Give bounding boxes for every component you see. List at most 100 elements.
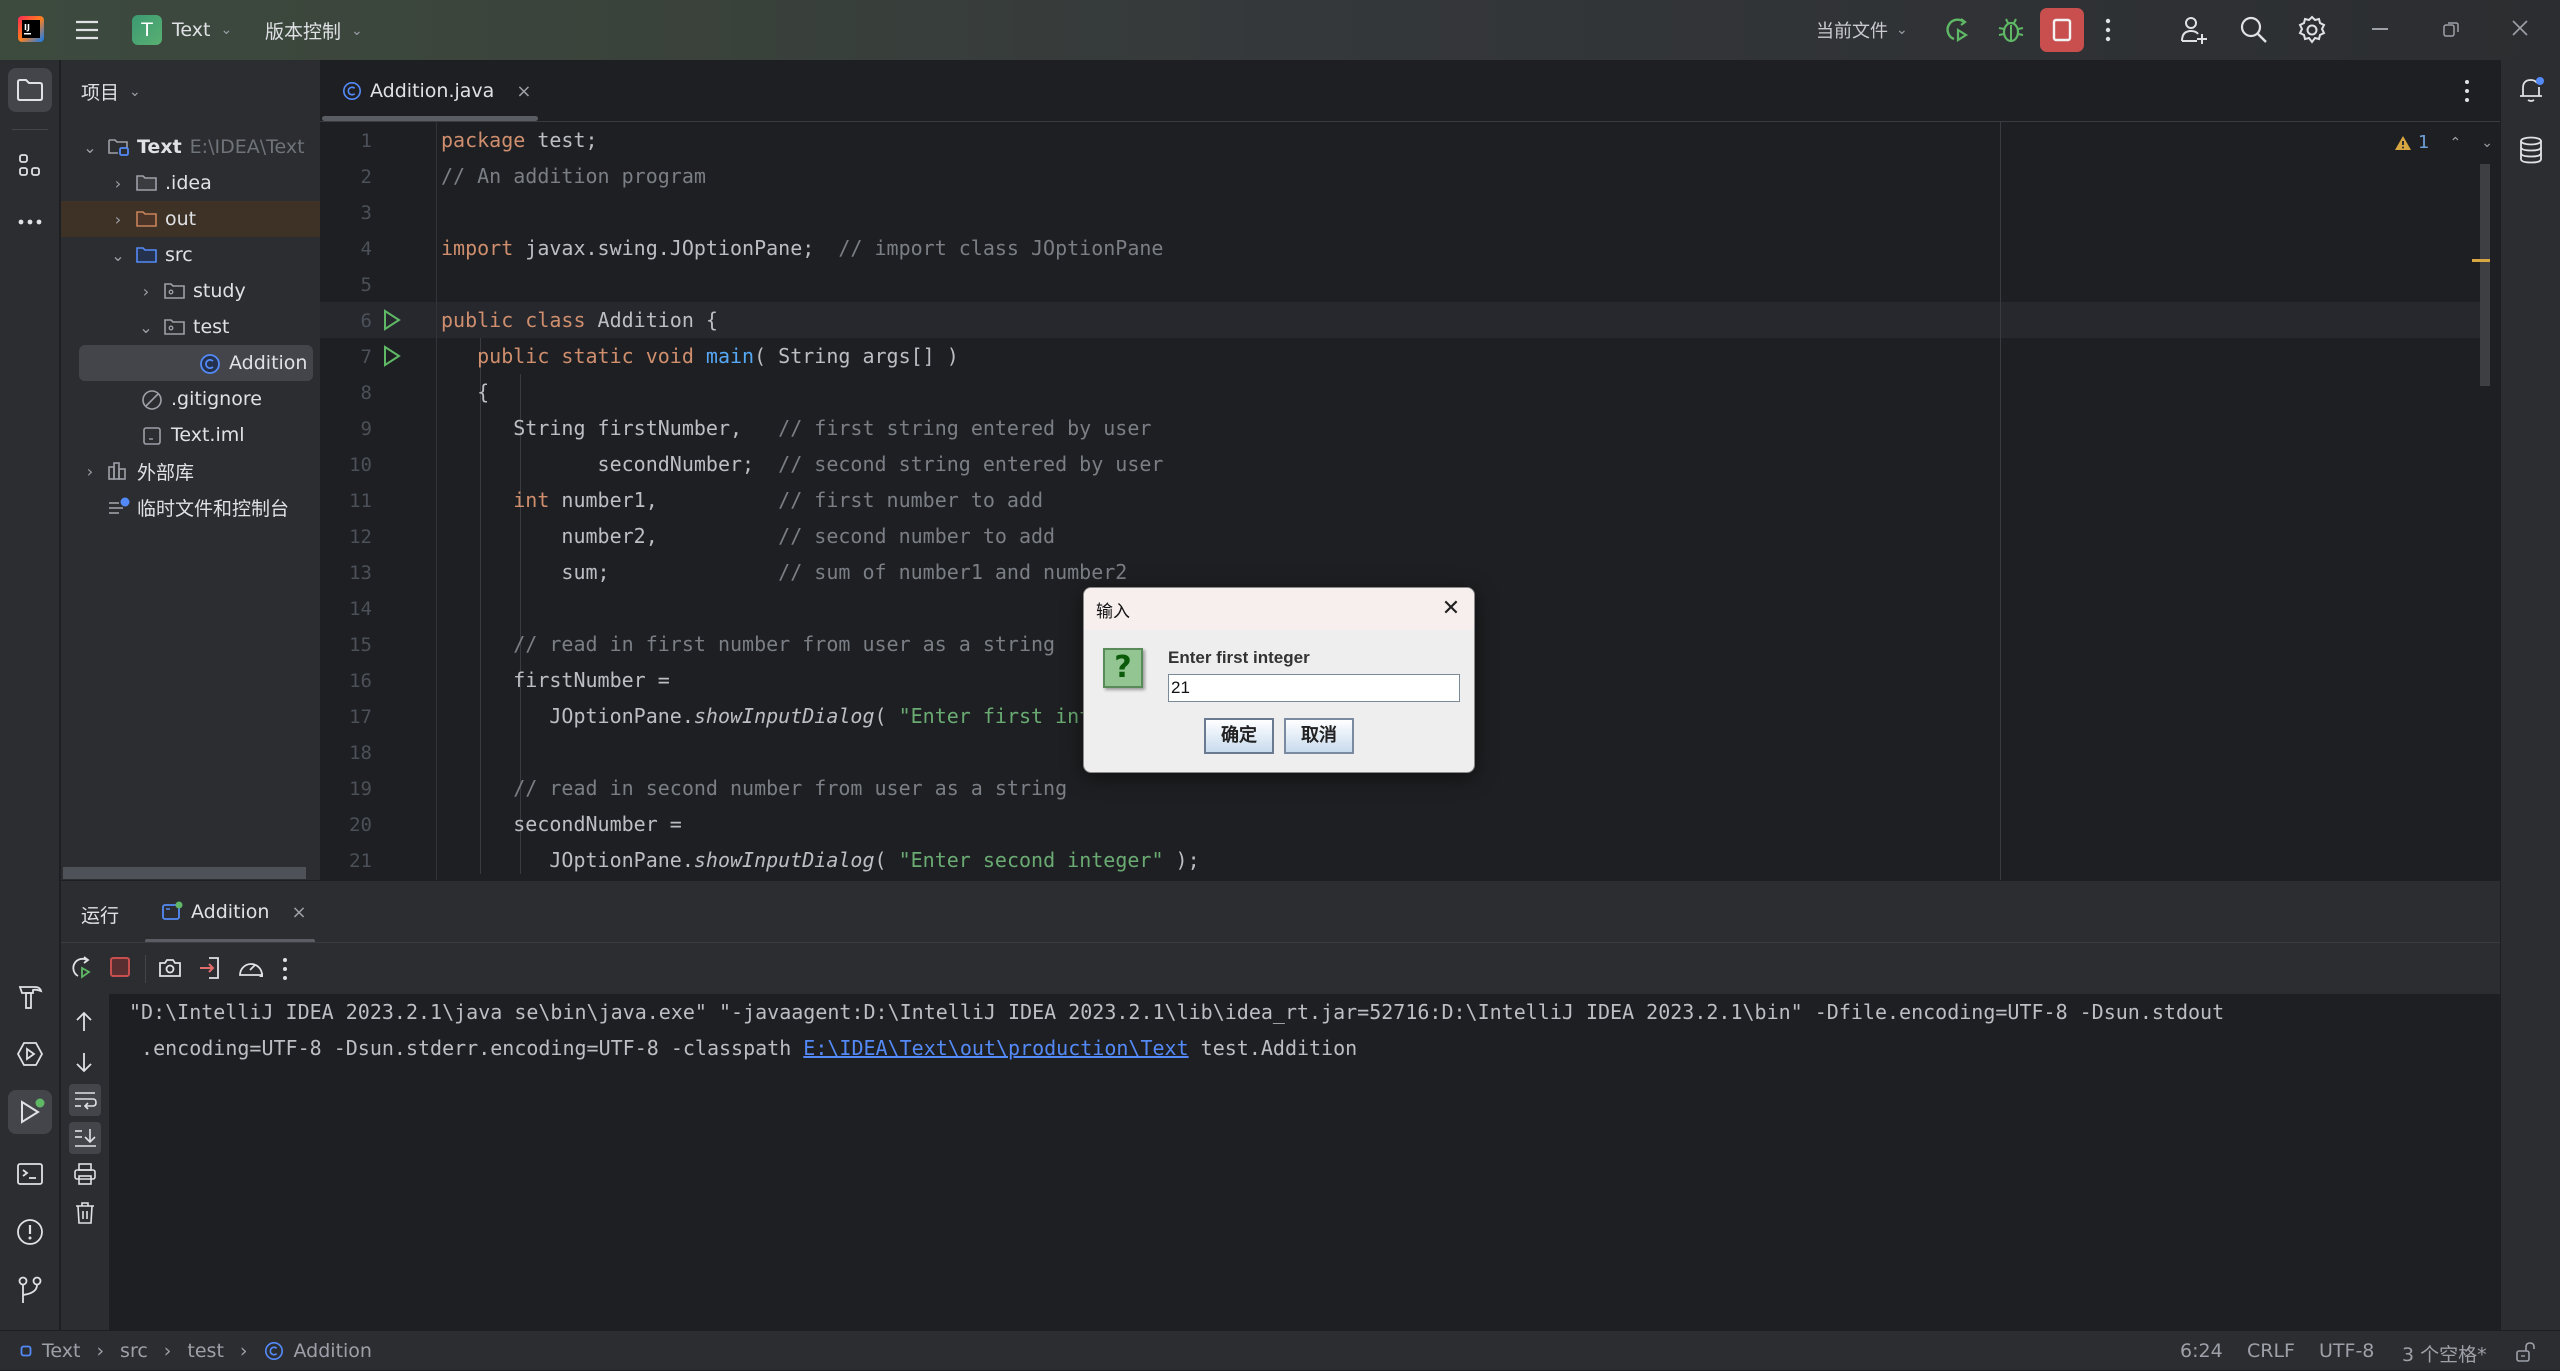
more-actions-button[interactable]: [2102, 16, 2114, 44]
close-window-button[interactable]: [2510, 18, 2530, 38]
rerun-button[interactable]: [1944, 16, 1972, 44]
previous-highlight-icon[interactable]: ⌃: [2449, 135, 2461, 151]
dialog-close-button[interactable]: ✕: [1438, 596, 1464, 622]
close-tab-icon[interactable]: ×: [516, 81, 531, 102]
notifications-button[interactable]: [2509, 68, 2553, 112]
tree-item-src[interactable]: ⌄ src: [61, 237, 320, 273]
console-output[interactable]: "D:\IntelliJ IDEA 2023.2.1\java se\bin\j…: [109, 994, 2500, 1330]
chevron-down-icon: ⌄: [220, 22, 233, 38]
code-token: // second number to add: [778, 524, 1056, 548]
file-encoding[interactable]: UTF-8: [2319, 1340, 2374, 1362]
database-button[interactable]: [2509, 128, 2553, 172]
project-horizontal-scrollbar[interactable]: [63, 867, 306, 879]
warning-stripe-marker[interactable]: [2472, 259, 2490, 262]
editor-vertical-scrollbar[interactable]: [2480, 164, 2490, 386]
terminal-tool-button[interactable]: [8, 1152, 52, 1196]
vcs-menu[interactable]: 版本控制 ⌄: [265, 17, 363, 44]
inspection-widget[interactable]: 1 ⌃ ⌄: [2394, 132, 2493, 153]
breadcrumb-item[interactable]: Text: [42, 1340, 80, 1362]
chevron-right-icon[interactable]: ›: [81, 462, 99, 481]
cursor-position[interactable]: 6:24: [2180, 1340, 2223, 1362]
run-tab-addition[interactable]: Addition ×: [161, 881, 307, 943]
tree-item-label: Text.iml: [171, 424, 245, 446]
tree-item-out[interactable]: › out: [61, 201, 320, 237]
run-gutter-icon-main[interactable]: [382, 344, 402, 368]
services-tool-button[interactable]: [8, 1032, 52, 1076]
rerun-icon: [72, 956, 91, 979]
add-user-button[interactable]: [2178, 14, 2210, 46]
rerun-button[interactable]: [69, 955, 95, 981]
breadcrumb-item[interactable]: src: [120, 1340, 148, 1362]
dialog-title-bar[interactable]: 输入: [1084, 588, 1474, 630]
dump-threads-button[interactable]: [157, 955, 183, 981]
chevron-right-icon[interactable]: ›: [109, 210, 127, 229]
project-view-selector[interactable]: 项目 ⌄: [81, 78, 141, 105]
tree-item-study[interactable]: › study: [61, 273, 320, 309]
close-tab-icon[interactable]: ×: [291, 902, 306, 923]
line-separator[interactable]: CRLF: [2247, 1340, 2295, 1362]
run-tool-button[interactable]: [8, 1090, 52, 1134]
restore-button[interactable]: [2442, 20, 2460, 38]
run-config-selector[interactable]: 当前文件 ⌄: [1816, 17, 1908, 43]
tree-item-gitignore[interactable]: .gitignore: [61, 381, 320, 417]
project-selector[interactable]: T Text ⌄: [132, 15, 232, 45]
build-tool-button[interactable]: [8, 974, 52, 1018]
soft-wrap-toggle[interactable]: [69, 1084, 101, 1116]
chevron-down-icon[interactable]: ⌄: [137, 318, 155, 337]
breadcrumb-item[interactable]: Addition: [294, 1340, 372, 1362]
print-button[interactable]: [73, 1162, 97, 1186]
problems-tool-button[interactable]: [8, 1210, 52, 1254]
structure-tool-button[interactable]: [8, 144, 52, 188]
git-tool-button[interactable]: [8, 1268, 52, 1312]
code-token: ( String args[] ): [754, 344, 959, 368]
breadcrumb-item[interactable]: test: [187, 1340, 224, 1362]
chevron-down-icon[interactable]: ⌄: [109, 246, 127, 265]
tree-item-scratches[interactable]: 临时文件和控制台: [61, 489, 320, 525]
debug-button[interactable]: [1996, 15, 2026, 45]
settings-button[interactable]: [2296, 14, 2328, 46]
scroll-up-button[interactable]: [72, 1010, 96, 1034]
ok-button[interactable]: 确定: [1204, 718, 1274, 754]
profiler-button[interactable]: [237, 955, 265, 981]
code-token: // second string entered by user: [778, 452, 1164, 476]
tree-item-test[interactable]: ⌄ test: [61, 309, 320, 345]
more-tools-button[interactable]: [8, 200, 52, 244]
restore-icon: [2443, 22, 2459, 37]
tree-item-text-iml[interactable]: Text.iml: [61, 417, 320, 453]
stop-button[interactable]: [110, 957, 130, 977]
read-only-toggle[interactable]: [2514, 1341, 2536, 1363]
stop-button[interactable]: [2040, 8, 2084, 52]
clear-console-button[interactable]: [73, 1201, 97, 1225]
code-line: secondNumber; // second string entered b…: [441, 446, 1164, 482]
chevron-right-icon[interactable]: ›: [109, 174, 127, 193]
tree-item-text-module[interactable]: ⌄ Text E:\IDEA\Text: [61, 129, 320, 165]
indent-setting[interactable]: 3 个空格*: [2402, 1340, 2487, 1367]
more-actions-button[interactable]: [280, 956, 290, 982]
code-token: // An addition program: [441, 164, 706, 188]
gutter-divider: [436, 122, 437, 880]
tab-addition-java[interactable]: Addition.java ×: [320, 60, 538, 122]
tree-item-label: .idea: [165, 172, 212, 194]
run-gutter-icon-class[interactable]: [382, 308, 402, 332]
project-tool-button[interactable]: [8, 68, 52, 112]
scroll-down-button[interactable]: [72, 1050, 96, 1074]
dialog-input-field[interactable]: [1168, 674, 1460, 702]
tree-item-external-libraries[interactable]: › 外部库: [61, 453, 320, 489]
tree-item-addition[interactable]: Addition: [79, 345, 313, 381]
classpath-link[interactable]: E:\IDEA\Text\out\production\Text: [803, 1036, 1188, 1060]
minimize-button[interactable]: [2372, 28, 2388, 30]
project-panel: 项目 ⌄ ⌄ Text E:\IDEA\Text › .idea › out ⌄…: [61, 60, 320, 880]
intellij-logo-icon[interactable]: IJ: [16, 14, 46, 44]
tree-item-idea[interactable]: › .idea: [61, 165, 320, 201]
cancel-button[interactable]: 取消: [1284, 718, 1354, 754]
main-menu-icon[interactable]: [74, 18, 100, 42]
code-token: JOptionPane.: [441, 848, 694, 872]
next-highlight-icon[interactable]: ⌄: [2481, 135, 2493, 151]
chevron-down-icon[interactable]: ⌄: [81, 138, 99, 157]
exit-button[interactable]: [197, 955, 223, 981]
scroll-to-end-toggle[interactable]: [69, 1122, 101, 1154]
chevron-right-icon[interactable]: ›: [137, 282, 155, 301]
search-button[interactable]: [2238, 14, 2270, 46]
editor-tab-options-button[interactable]: [2462, 78, 2472, 104]
